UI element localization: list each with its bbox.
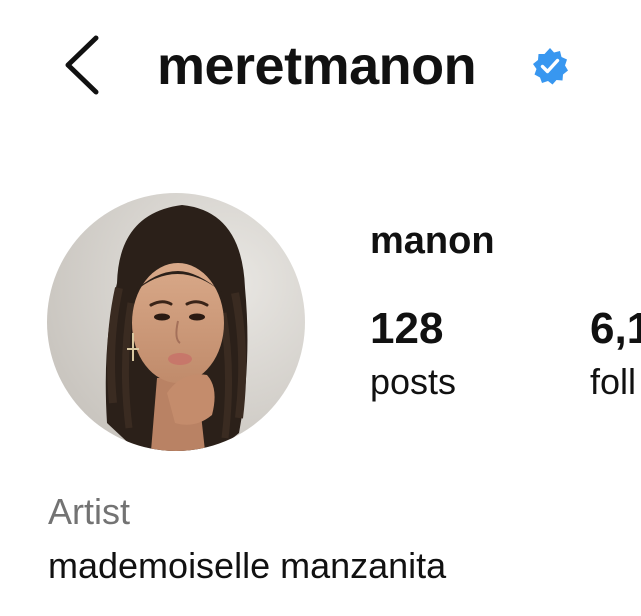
followers-label: foll <box>590 361 637 402</box>
verified-badge-icon <box>530 46 570 86</box>
followers-count: 6,1 <box>590 304 641 353</box>
display-name: manon <box>370 220 495 262</box>
profile-avatar[interactable] <box>47 193 305 451</box>
profile-category: Artist <box>48 491 131 532</box>
posts-count: 128 <box>370 304 444 353</box>
chevron-left-icon <box>65 35 99 95</box>
profile-photo <box>47 193 305 451</box>
profile-bio: mademoiselle manzanita <box>48 545 447 586</box>
back-button[interactable] <box>60 34 104 96</box>
posts-label: posts <box>370 361 457 402</box>
profile-username: meretmanon <box>157 36 477 96</box>
